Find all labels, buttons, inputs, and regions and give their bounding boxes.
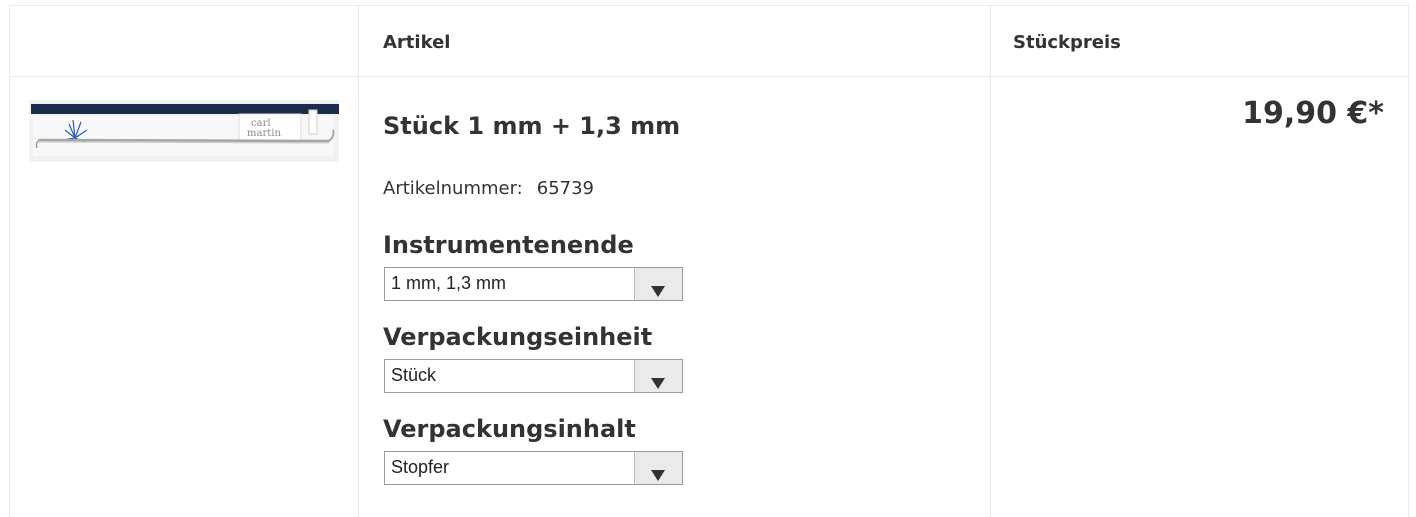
article-number: Artikelnummer: 65739 bbox=[383, 178, 594, 199]
select-value: Stopfer bbox=[391, 457, 450, 477]
header-unit-price: Stückpreis bbox=[1013, 32, 1121, 53]
column-divider-1 bbox=[358, 6, 359, 517]
product-image[interactable]: carl martin bbox=[29, 100, 339, 162]
select-instrumentenende[interactable]: 1 mm, 1,3 mm bbox=[384, 267, 683, 301]
article-number-value: 65739 bbox=[536, 178, 595, 199]
option-label-verpackungseinheit: Verpackungseinheit bbox=[383, 323, 653, 351]
product-title[interactable]: Stück 1 mm + 1,3 mm bbox=[383, 112, 680, 140]
select-value: Stück bbox=[391, 365, 437, 385]
chevron-down-icon bbox=[651, 470, 665, 481]
table-header-row: Artikel Stückpreis bbox=[10, 6, 1408, 77]
column-divider-2 bbox=[990, 6, 991, 517]
svg-text:martin: martin bbox=[247, 128, 281, 139]
select-verpackungsinhalt[interactable]: Stopfer bbox=[384, 451, 683, 485]
select-dropdown-button[interactable] bbox=[634, 360, 682, 392]
unit-price: 19,90 €* bbox=[1242, 96, 1384, 131]
chevron-down-icon bbox=[651, 378, 665, 389]
select-dropdown-button[interactable] bbox=[634, 452, 682, 484]
option-label-instrumentenende: Instrumentenende bbox=[383, 231, 634, 259]
option-label-verpackungsinhalt: Verpackungsinhalt bbox=[383, 415, 636, 443]
select-dropdown-button[interactable] bbox=[634, 268, 682, 300]
select-verpackungseinheit[interactable]: Stück bbox=[384, 359, 683, 393]
header-article: Artikel bbox=[383, 32, 451, 53]
article-number-label: Artikelnummer: bbox=[383, 178, 523, 199]
product-table: Artikel Stückpreis carl martin Stück 1 m… bbox=[9, 5, 1409, 517]
select-value: 1 mm, 1,3 mm bbox=[391, 273, 507, 293]
chevron-down-icon bbox=[651, 286, 665, 297]
